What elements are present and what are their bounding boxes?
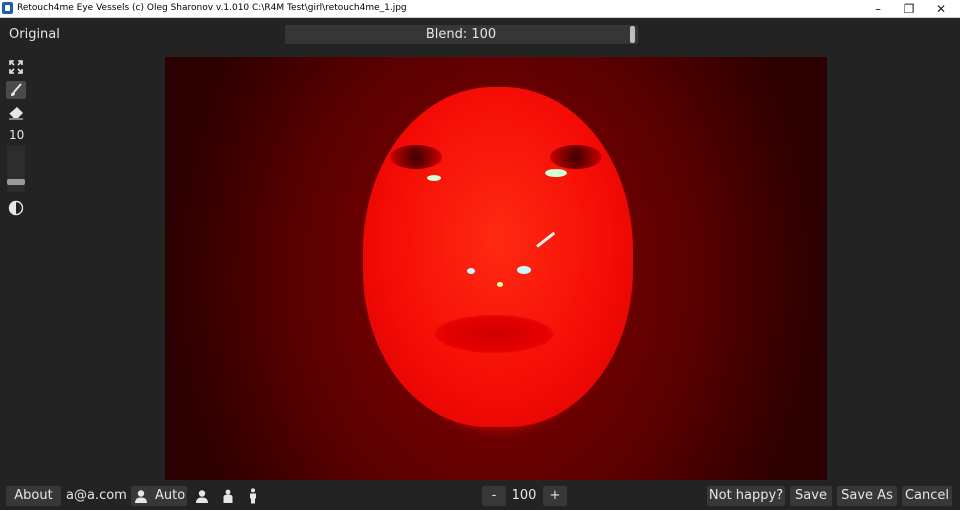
title-bar: Retouch4me Eye Vessels (c) Oleg Sharonov… — [0, 0, 960, 18]
window-title: Retouch4me Eye Vessels (c) Oleg Sharonov… — [17, 3, 407, 13]
account-email: a@a.com — [66, 488, 127, 503]
save-as-button[interactable]: Save As — [837, 486, 897, 506]
about-button[interactable]: About — [6, 486, 61, 506]
brush-size-handle[interactable] — [7, 178, 25, 185]
blend-label: Blend: 100 — [425, 27, 497, 42]
half-body-icon — [223, 489, 233, 503]
photo-face — [363, 87, 633, 427]
retouch-highlight — [467, 268, 475, 274]
fullscreen-icon — [9, 60, 23, 74]
blend-slider-handle[interactable] — [630, 26, 635, 43]
blend-slider[interactable]: Blend: 100 — [285, 25, 638, 44]
original-toggle-button[interactable]: Original — [4, 25, 65, 45]
eraser-icon — [8, 107, 23, 120]
auto-mode-label: Auto — [155, 488, 186, 503]
brush-size-slider[interactable] — [7, 146, 25, 192]
photo-left-eye — [390, 145, 442, 169]
retouch-highlight — [427, 175, 441, 181]
maximize-button[interactable]: ❐ — [894, 0, 924, 17]
brush-icon — [11, 83, 22, 96]
close-button[interactable]: ✕ — [926, 0, 956, 17]
eraser-tool-button[interactable] — [6, 104, 26, 122]
full-body-mode-button[interactable] — [243, 486, 263, 506]
person-icon — [135, 490, 147, 503]
full-body-icon — [250, 488, 256, 504]
contrast-icon — [8, 200, 24, 216]
zoom-value: 100 — [511, 488, 537, 503]
brush-tool-button[interactable] — [6, 81, 26, 99]
minimize-button[interactable]: – — [863, 0, 893, 17]
bottom-toolbar: About a@a.com Auto - 100 + Not happy? Sa… — [0, 485, 960, 510]
photo-mouth — [435, 315, 553, 353]
fullscreen-tool-button[interactable] — [6, 58, 26, 76]
photo-right-eye — [550, 145, 602, 169]
portrait-icon — [196, 490, 208, 503]
zoom-out-button[interactable]: - — [482, 486, 506, 506]
portrait-mode-button[interactable] — [192, 486, 212, 506]
half-body-mode-button[interactable] — [218, 486, 238, 506]
retouch-highlight — [545, 169, 567, 177]
auto-mode-button[interactable]: Auto — [131, 486, 187, 506]
photo-canvas[interactable] — [165, 57, 827, 480]
contrast-tool-button[interactable] — [6, 199, 26, 217]
save-button[interactable]: Save — [790, 486, 832, 506]
brush-size-label: 10 — [9, 128, 25, 142]
app-icon — [2, 2, 13, 14]
retouch-highlight — [517, 266, 531, 274]
zoom-in-button[interactable]: + — [543, 486, 567, 506]
cancel-button[interactable]: Cancel — [902, 486, 952, 506]
not-happy-button[interactable]: Not happy? — [707, 486, 785, 506]
retouch-highlight — [497, 282, 503, 287]
